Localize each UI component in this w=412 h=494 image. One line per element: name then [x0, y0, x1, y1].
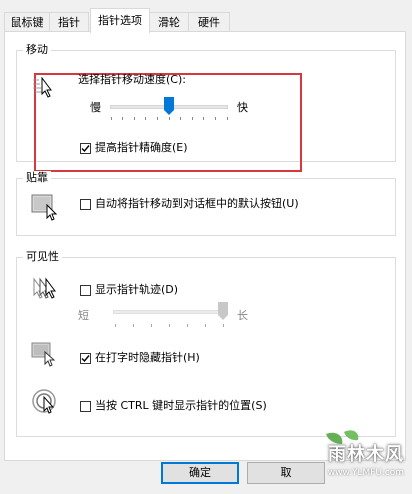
watermark-text: 雨林木风 — [328, 444, 404, 465]
pointer-location-icon — [32, 389, 56, 414]
watermark: 雨林木风 www.YLMFU.com — [282, 426, 412, 494]
precision-label: 提高指针精确度(E) — [95, 141, 188, 154]
tab-label: 滑轮 — [158, 16, 180, 29]
tab-label: 指针选项 — [98, 14, 142, 27]
hide-label: 在打字时隐藏指针(H) — [95, 351, 200, 364]
tab-label: 指针 — [58, 16, 80, 29]
short-label: 短 — [78, 309, 89, 322]
snap-to-button-icon — [31, 194, 58, 221]
pointer-trails-icon — [33, 277, 56, 299]
snap-group-title: 贴靠 — [23, 171, 51, 185]
watermark-url: www.YLMFU.com — [327, 468, 404, 478]
checkmark-icon — [81, 145, 90, 153]
tab-mouse-buttons[interactable]: 鼠标键 — [4, 12, 50, 31]
speed-slider-thumb[interactable] — [164, 97, 174, 115]
snap-group: 贴靠 自动将指针移动到对话框中的默认按钮(U) — [16, 171, 396, 236]
fast-label: 快 — [237, 101, 248, 114]
motion-group: 移动 选择指针移动速度(C): 慢 快 提高指针精确度(E) — [16, 43, 396, 172]
tab-pointer-options[interactable]: 指针选项 — [90, 8, 150, 33]
precision-checkbox[interactable] — [80, 143, 91, 154]
tab-wheel[interactable]: 滑轮 — [149, 12, 189, 31]
snap-checkbox[interactable] — [80, 199, 91, 210]
speed-label: 选择指针移动速度(C): — [78, 73, 186, 86]
trails-label: 显示指针轨迹(D) — [95, 283, 179, 296]
highlight-box — [34, 73, 302, 172]
motion-group-title: 移动 — [23, 43, 51, 57]
tab-pointers[interactable]: 指针 — [49, 12, 89, 31]
visibility-group-title: 可见性 — [23, 250, 62, 264]
trails-slider-thumb[interactable] — [218, 302, 228, 320]
tab-label: 鼠标键 — [10, 16, 44, 29]
hide-pointer-icon — [31, 342, 56, 367]
pointer-speed-icon — [33, 77, 52, 98]
slow-label: 慢 — [90, 101, 101, 114]
visibility-group: 可见性 显示指针轨迹(D) 短 长 在打字时隐藏指针(H) 当按 CTRL 键时… — [16, 250, 396, 437]
long-label: 长 — [237, 309, 248, 322]
trails-slider-track[interactable] — [113, 310, 228, 314]
ok-button[interactable]: 确定 — [161, 462, 239, 484]
trails-checkbox[interactable] — [80, 285, 91, 296]
tab-hardware[interactable]: 硬件 — [188, 12, 230, 31]
tab-panel: 移动 选择指针移动速度(C): 慢 快 提高指针精确度(E) 贴靠 自动将指针移… — [4, 31, 406, 461]
checkmark-icon — [81, 355, 90, 363]
ctrl-label: 当按 CTRL 键时显示指针的位置(S) — [95, 399, 267, 412]
ok-label: 确定 — [189, 466, 211, 479]
ctrl-checkbox[interactable] — [80, 401, 91, 412]
tab-label: 硬件 — [198, 16, 220, 29]
hide-checkbox[interactable] — [80, 353, 91, 364]
snap-label: 自动将指针移动到对话框中的默认按钮(U) — [95, 197, 299, 210]
